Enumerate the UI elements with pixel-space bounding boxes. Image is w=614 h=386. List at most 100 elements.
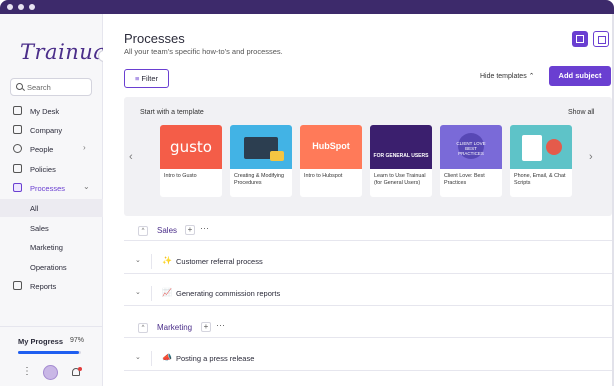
desk-icon xyxy=(13,106,22,115)
thumbnail-text: CLIENT LOVE BEST PRACTICES xyxy=(456,141,486,156)
more-options-icon[interactable]: ⋯ xyxy=(200,223,209,234)
template-card-hubspot[interactable]: HubSpot Intro to Hubspot xyxy=(300,125,362,197)
chevron-down-icon[interactable]: ⌄ xyxy=(135,288,141,296)
template-caption: Intro to Gusto xyxy=(164,173,197,179)
process-emoji: 📈 xyxy=(162,288,172,297)
template-heading: Start with a template xyxy=(140,109,204,116)
chevron-right-icon[interactable]: › xyxy=(589,151,593,163)
template-thumbnail xyxy=(230,125,292,169)
process-row[interactable]: ⌄ 📣 Posting a press release xyxy=(124,346,612,371)
chevron-up-icon: ⌃ xyxy=(528,73,535,80)
template-thumbnail: FOR GENERAL USERS xyxy=(370,125,432,169)
filter-icon: ≡ xyxy=(134,74,140,83)
collapse-section-button[interactable]: ^ xyxy=(138,226,148,236)
process-emoji: ✨ xyxy=(162,256,172,265)
sidebar-item-people[interactable]: People › xyxy=(0,140,103,158)
thumbnail-text: gusto xyxy=(170,138,212,156)
sidebar-item-company[interactable]: Company xyxy=(0,121,103,139)
grid-view-button[interactable] xyxy=(593,31,609,47)
sidebar-item-label: Company xyxy=(30,126,63,135)
process-row[interactable]: ⌄ ✨ Customer referral process xyxy=(124,249,612,274)
sidebar-item-label: Reports xyxy=(30,282,57,291)
add-process-button[interactable]: + xyxy=(185,225,195,235)
more-vertical-icon[interactable]: ⋮ xyxy=(22,367,32,377)
sidebar: Trainual Search My Desk Company People ›… xyxy=(0,14,113,386)
chevron-down-icon[interactable]: ⌄ xyxy=(135,353,141,361)
divider xyxy=(151,254,152,269)
add-subject-button[interactable]: Add subject xyxy=(549,66,611,86)
progress-percent: 97% xyxy=(70,337,85,344)
progress-bar-fill xyxy=(18,351,80,354)
section-title[interactable]: Sales xyxy=(157,226,177,235)
thumbnail-text: HubSpot xyxy=(312,141,350,151)
process-title: Generating commission reports xyxy=(176,289,281,298)
process-title: Posting a press release xyxy=(176,354,255,363)
template-card-gusto[interactable]: gusto Intro to Gusto xyxy=(160,125,222,197)
process-emoji: 📣 xyxy=(162,353,172,362)
subject-section-sales: ^ Sales + ⋯ xyxy=(124,223,612,239)
search-placeholder: Search xyxy=(27,83,51,92)
process-title: Customer referral process xyxy=(176,257,263,266)
sidebar-subitem-label: All xyxy=(30,204,39,213)
template-card-client-love[interactable]: CLIENT LOVE BEST PRACTICES Client Love: … xyxy=(440,125,502,197)
collapse-section-button[interactable]: ^ xyxy=(138,323,148,333)
divider xyxy=(124,337,612,338)
notification-dot xyxy=(78,367,82,371)
process-icon xyxy=(13,183,22,192)
building-icon xyxy=(13,125,22,134)
window-close-dot[interactable] xyxy=(7,4,13,10)
more-options-icon[interactable]: ⋯ xyxy=(216,320,225,331)
template-caption: Client Love: Best Practices xyxy=(444,173,485,186)
sidebar-item-label: People xyxy=(30,145,54,154)
avatar[interactable] xyxy=(43,365,58,380)
search-input[interactable]: Search xyxy=(10,78,92,96)
divider xyxy=(151,351,152,366)
template-card-procedures[interactable]: Creating & Modifying Procedures xyxy=(230,125,292,197)
chevron-down-icon[interactable]: ⌄ xyxy=(135,256,141,264)
page-title: Processes xyxy=(124,31,185,46)
sidebar-item-processes[interactable]: Processes ⌄ xyxy=(0,179,103,197)
progress-bar xyxy=(18,351,81,354)
bell-icon[interactable] xyxy=(72,367,82,377)
sidebar-subitem-operations[interactable]: Operations xyxy=(0,258,103,276)
chevron-left-icon[interactable]: ‹ xyxy=(129,151,133,163)
sidebar-item-reports[interactable]: Reports xyxy=(0,277,103,295)
template-card-trainual-general[interactable]: FOR GENERAL USERS Learn to Use Trainual … xyxy=(370,125,432,197)
progress-label: My Progress xyxy=(18,337,64,346)
sidebar-item-policies[interactable]: Policies xyxy=(0,160,103,178)
list-view-icon xyxy=(576,35,584,43)
sidebar-subitem-all[interactable]: All xyxy=(0,199,103,217)
window-minimize-dot[interactable] xyxy=(18,4,24,10)
sidebar-subitem-marketing[interactable]: Marketing xyxy=(0,238,103,256)
sidebar-item-label: Policies xyxy=(30,165,56,174)
sidebar-item-label: My Desk xyxy=(30,107,60,116)
template-caption: Creating & Modifying Procedures xyxy=(234,173,285,186)
filter-label: Filter xyxy=(141,74,159,83)
sidebar-item-my-desk[interactable]: My Desk xyxy=(0,102,103,120)
chevron-down-icon[interactable]: ⌄ xyxy=(83,182,90,191)
template-thumbnail: gusto xyxy=(160,125,222,169)
template-card-scripts[interactable]: Phone, Email, & Chat Scripts xyxy=(510,125,572,197)
process-row[interactable]: ⌄ 📈 Generating commission reports xyxy=(124,281,612,306)
template-thumbnail xyxy=(510,125,572,169)
list-view-button[interactable] xyxy=(572,31,588,47)
template-caption: Learn to Use Trainual (for General Users… xyxy=(374,173,426,186)
show-all-link[interactable]: Show all xyxy=(568,109,594,116)
report-icon xyxy=(13,281,22,290)
filter-button[interactable]: ≡ Filter xyxy=(124,69,169,88)
window-titlebar xyxy=(0,0,614,14)
section-title[interactable]: Marketing xyxy=(157,323,192,332)
page-subtitle: All your team's specific how-to's and pr… xyxy=(124,47,283,56)
chevron-right-icon[interactable]: › xyxy=(83,143,86,152)
sidebar-subitem-sales[interactable]: Sales xyxy=(0,219,103,237)
template-caption: Intro to Hubspot xyxy=(304,173,343,179)
add-process-button[interactable]: + xyxy=(201,322,211,332)
search-icon xyxy=(16,83,23,90)
template-caption: Phone, Email, & Chat Scripts xyxy=(514,173,566,186)
grid-view-icon xyxy=(598,36,606,44)
window-maximize-dot[interactable] xyxy=(29,4,35,10)
sidebar-item-label: Processes xyxy=(30,184,66,193)
hide-templates-toggle[interactable]: Hide templates ⌃ xyxy=(480,72,535,80)
template-thumbnail: HubSpot xyxy=(300,125,362,169)
sidebar-subitem-label: Marketing xyxy=(30,243,63,252)
